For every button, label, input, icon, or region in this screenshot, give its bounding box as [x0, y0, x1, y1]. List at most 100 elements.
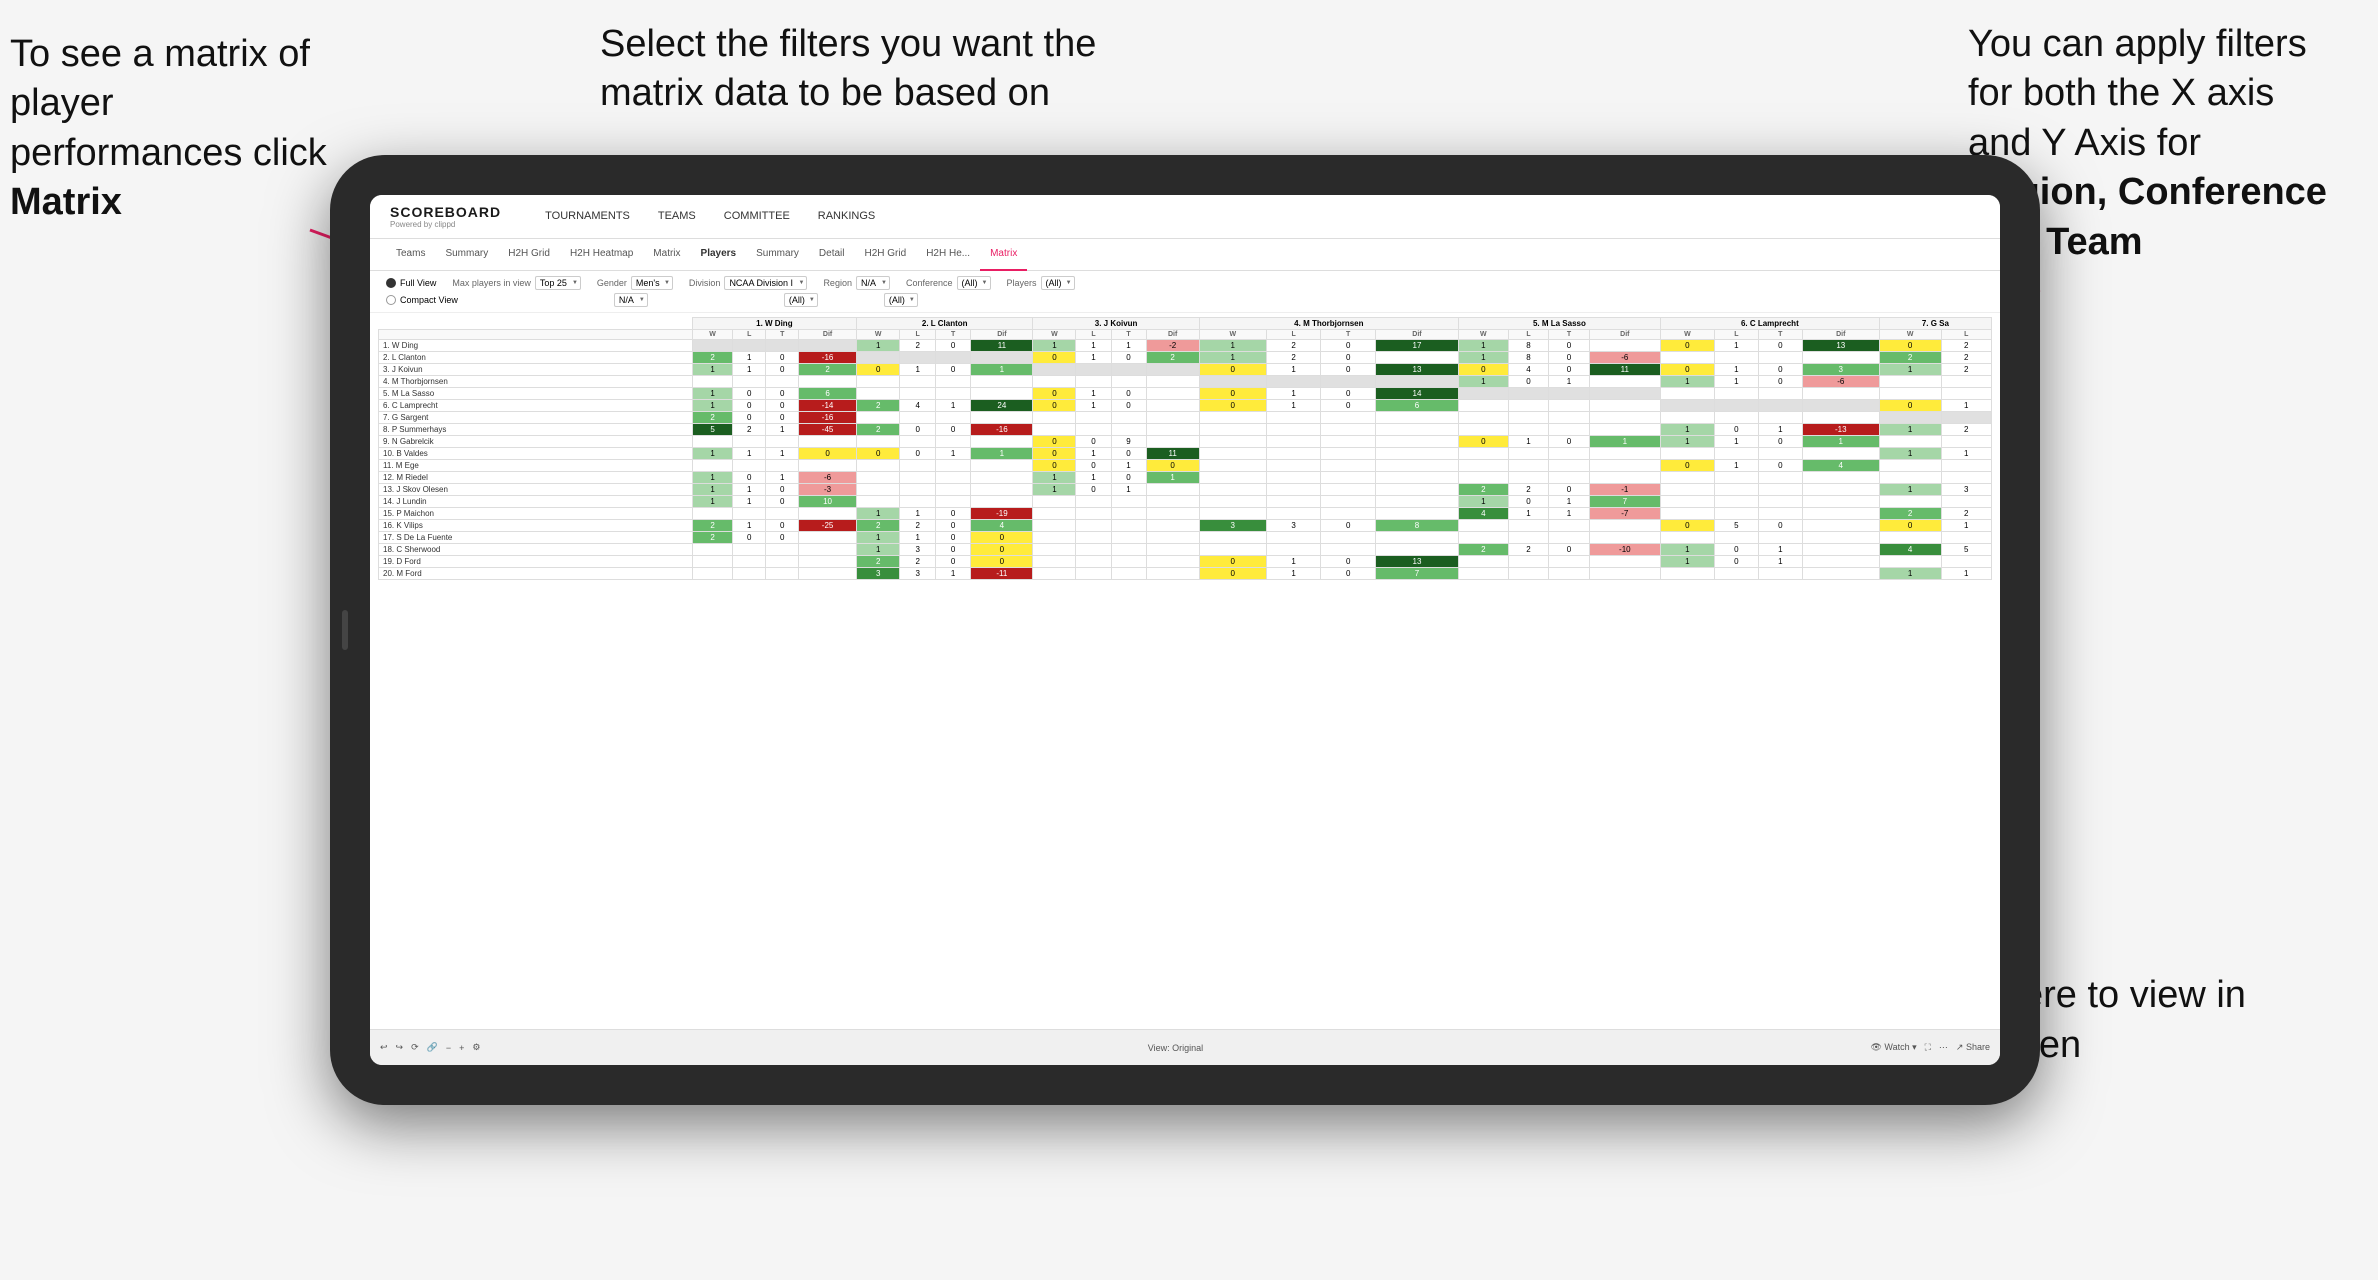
filter-players2-select[interactable]: (All): [884, 293, 918, 307]
sub-h-l6: L: [1714, 330, 1758, 340]
matrix-cell: [1076, 544, 1111, 556]
matrix-cell: [1266, 484, 1321, 496]
matrix-area[interactable]: 1. W Ding 2. L Clanton 3. J Koivun 4. M …: [370, 313, 2000, 1029]
sub-tab-h2h-heatmap[interactable]: H2H Heatmap: [560, 239, 643, 271]
matrix-cell: [1111, 496, 1146, 508]
matrix-cell: [900, 496, 935, 508]
filter-max-players-select[interactable]: Top 25: [535, 276, 581, 290]
filter-division-wrap[interactable]: NCAA Division I: [724, 276, 807, 290]
filter-max-players-wrap[interactable]: Top 25: [535, 276, 581, 290]
filter-division-select[interactable]: NCAA Division I: [724, 276, 807, 290]
filter-region2-wrap[interactable]: N/A: [614, 293, 648, 307]
matrix-cell: [1146, 412, 1199, 424]
toolbar-watch[interactable]: 👁 Watch ▾: [1870, 1042, 1916, 1053]
filter-conference-wrap[interactable]: (All): [957, 276, 991, 290]
matrix-cell: [1549, 400, 1590, 412]
matrix-cell: -6: [1802, 376, 1879, 388]
matrix-cell: [766, 568, 799, 580]
matrix-cell: 1: [1549, 508, 1590, 520]
toolbar-share[interactable]: ↗ Share: [1956, 1042, 1990, 1053]
filter-conference-select[interactable]: (All): [957, 276, 991, 290]
sub-h-l1: L: [733, 330, 766, 340]
matrix-cell: 0: [1549, 484, 1590, 496]
matrix-cell: [692, 544, 732, 556]
sub-tab-players[interactable]: Players: [691, 239, 747, 271]
matrix-cell: 0: [856, 364, 900, 376]
matrix-cell: [1714, 484, 1758, 496]
sub-tab-h2h-he[interactable]: H2H He...: [916, 239, 980, 271]
filter-players2-wrap[interactable]: (All): [884, 293, 918, 307]
toolbar-link[interactable]: 🔗: [427, 1042, 438, 1053]
sub-h-l3: L: [1076, 330, 1111, 340]
table-row: 14. J Lundin110101017: [379, 496, 1992, 508]
toolbar-undo[interactable]: ↩: [380, 1042, 388, 1053]
filter-region-wrap[interactable]: N/A: [856, 276, 890, 290]
filter-gender-wrap[interactable]: Men's: [631, 276, 673, 290]
filter-region-select[interactable]: N/A: [856, 276, 890, 290]
filter-players-select[interactable]: (All): [1041, 276, 1075, 290]
nav-tournaments[interactable]: TOURNAMENTS: [531, 195, 644, 239]
filter-players-wrap[interactable]: (All): [1041, 276, 1075, 290]
filter-compact-view[interactable]: Compact View: [386, 295, 458, 305]
nav-rankings[interactable]: RANKINGS: [804, 195, 889, 239]
matrix-cell: -10: [1589, 544, 1660, 556]
filter-region2-select[interactable]: N/A: [614, 293, 648, 307]
matrix-cell: 1: [1941, 568, 1991, 580]
matrix-cell: 2: [856, 400, 900, 412]
matrix-cell: [856, 376, 900, 388]
sub-tab-summary1[interactable]: Summary: [435, 239, 498, 271]
matrix-cell: 2: [1879, 508, 1941, 520]
nav-teams[interactable]: TEAMS: [644, 195, 710, 239]
matrix-cell: 1: [935, 568, 970, 580]
matrix-cell: 1: [900, 508, 935, 520]
sub-tab-matrix1[interactable]: Matrix: [643, 239, 690, 271]
toolbar-settings[interactable]: ⚙: [472, 1042, 480, 1053]
sub-tab-summary2[interactable]: Summary: [746, 239, 809, 271]
toolbar-refresh[interactable]: ⟳: [411, 1042, 419, 1053]
sub-tab-teams[interactable]: Teams: [386, 239, 435, 271]
matrix-cell: 4: [971, 520, 1033, 532]
filter-division: Division NCAA Division I: [689, 276, 808, 290]
sub-h-d4: Dif: [1375, 330, 1458, 340]
matrix-cell: [766, 508, 799, 520]
toolbar-more[interactable]: ⋯: [1939, 1042, 1948, 1053]
matrix-cell: 0: [733, 412, 766, 424]
toolbar-zoom-out[interactable]: −: [446, 1043, 451, 1053]
matrix-cell: [1076, 568, 1111, 580]
sub-tab-h2h-grid2[interactable]: H2H Grid: [855, 239, 917, 271]
matrix-cell: 4: [1802, 460, 1879, 472]
matrix-cell: 0: [1111, 472, 1146, 484]
matrix-cell: [1508, 388, 1549, 400]
sub-tab-matrix2[interactable]: Matrix: [980, 239, 1027, 271]
matrix-cell: 1: [1879, 424, 1941, 436]
matrix-cell: [1589, 520, 1660, 532]
matrix-cell: [1549, 424, 1590, 436]
matrix-cell: 1: [692, 364, 732, 376]
matrix-cell: 1: [1660, 424, 1714, 436]
sub-tab-h2h-grid[interactable]: H2H Grid: [498, 239, 560, 271]
matrix-cell: -7: [1589, 508, 1660, 520]
matrix-cell: [1549, 388, 1590, 400]
filter-conference2-select[interactable]: (All): [784, 293, 818, 307]
filter-gender-select[interactable]: Men's: [631, 276, 673, 290]
toolbar-zoom-in[interactable]: +: [459, 1043, 464, 1053]
toolbar-expand[interactable]: ⛶: [1925, 1042, 1931, 1053]
filter-conference2-wrap[interactable]: (All): [784, 293, 818, 307]
matrix-cell: [1549, 556, 1590, 568]
nav-items: TOURNAMENTS TEAMS COMMITTEE RANKINGS: [531, 195, 889, 239]
matrix-cell: [799, 544, 857, 556]
matrix-cell: [1458, 472, 1508, 484]
sub-h-d1: Dif: [799, 330, 857, 340]
toolbar-redo[interactable]: ↪: [396, 1042, 404, 1053]
matrix-cell: [692, 508, 732, 520]
sub-tab-detail[interactable]: Detail: [809, 239, 855, 271]
matrix-cell: 0: [935, 364, 970, 376]
row-label: 11. M Ege: [379, 460, 693, 472]
filter-full-view[interactable]: Full View: [386, 278, 436, 288]
matrix-cell: [1111, 508, 1146, 520]
nav-committee[interactable]: COMMITTEE: [710, 195, 804, 239]
row-label: 18. C Sherwood: [379, 544, 693, 556]
annotation-matrix-text: To see a matrix of player performances c…: [10, 33, 327, 174]
matrix-cell: 1: [1758, 424, 1802, 436]
matrix-cell: 1: [692, 400, 732, 412]
